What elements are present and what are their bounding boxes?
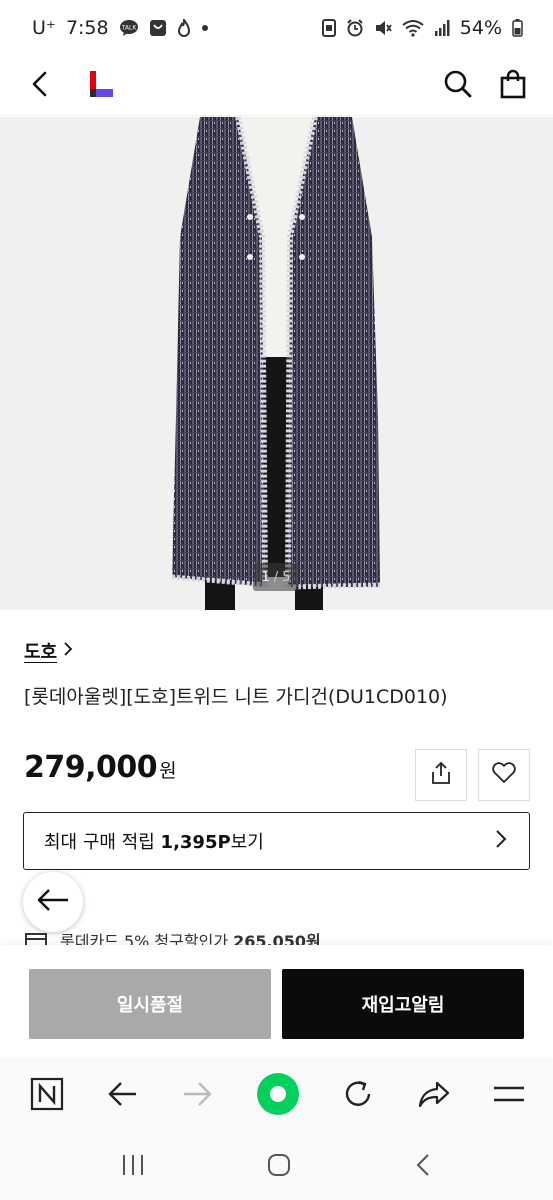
battery-percent: 54% xyxy=(459,17,502,39)
share-forward-icon[interactable] xyxy=(417,1079,451,1113)
soldout-button[interactable]: 일시품절 xyxy=(29,969,271,1039)
brand-link[interactable]: 도호 xyxy=(24,638,73,664)
browser-forward-icon[interactable] xyxy=(181,1080,213,1112)
talk-icon: TALK xyxy=(119,19,139,37)
product-photo xyxy=(171,117,381,610)
shopping-bag-icon[interactable] xyxy=(499,69,527,103)
recent-apps-icon[interactable] xyxy=(120,1152,146,1182)
mute-icon xyxy=(374,19,392,37)
refresh-icon[interactable] xyxy=(342,1078,374,1114)
app-bar xyxy=(0,56,553,116)
share-button[interactable] xyxy=(415,749,467,801)
bottom-action-bar: 일시품절 재입고알림 xyxy=(0,945,553,1057)
points-prefix: 최대 구매 적립 xyxy=(44,832,155,853)
wifi-icon xyxy=(402,19,424,37)
image-counter-separator: / xyxy=(273,569,279,585)
nav-back-icon[interactable] xyxy=(413,1152,433,1182)
chevron-right-icon xyxy=(495,829,507,854)
brand-name: 도호 xyxy=(24,642,58,663)
wishlist-button[interactable] xyxy=(478,749,530,801)
carrier-label: U⁺ xyxy=(32,17,56,39)
browser-back-icon[interactable] xyxy=(107,1080,139,1112)
svg-text:TALK: TALK xyxy=(120,25,137,32)
menu-icon[interactable] xyxy=(493,1082,525,1110)
points-text: 최대 구매 적립 1,395P보기 xyxy=(44,828,264,854)
product-title: [롯데아울렛][도호]트위드 니트 가디건(DU1CD010) xyxy=(24,686,448,708)
status-bar: U⁺ 7:58 TALK 54% xyxy=(0,0,553,56)
alarm-icon xyxy=(346,19,364,37)
image-counter-current: 1 xyxy=(261,569,270,585)
arrow-left-icon xyxy=(36,888,70,916)
back-icon[interactable] xyxy=(28,70,52,102)
restock-notify-button[interactable]: 재입고알림 xyxy=(282,969,524,1039)
image-counter-total: 5 xyxy=(282,569,291,585)
product-price: 279,000 원 xyxy=(24,750,177,785)
flame-icon xyxy=(177,19,191,37)
lotte-logo[interactable] xyxy=(88,69,114,103)
heart-icon xyxy=(490,760,518,790)
product-image[interactable] xyxy=(0,117,553,610)
dot-icon xyxy=(201,24,209,32)
status-right: 54% xyxy=(321,17,523,39)
signal-icon xyxy=(434,19,450,37)
app-bar-right xyxy=(443,69,527,103)
status-left: U⁺ 7:58 TALK xyxy=(32,17,209,39)
browser-toolbar xyxy=(0,1058,553,1134)
points-suffix: 보기 xyxy=(230,832,264,853)
search-icon[interactable] xyxy=(443,69,473,103)
chevron-right-icon xyxy=(63,641,73,662)
price-unit: 원 xyxy=(159,760,177,782)
clock: 7:58 xyxy=(65,17,109,39)
price-amount: 279,000 xyxy=(24,750,158,785)
battery-icon xyxy=(512,19,523,37)
image-counter: 1 / 5 xyxy=(253,563,299,591)
points-box[interactable]: 최대 구매 적립 1,395P보기 xyxy=(23,812,530,870)
app-bar-left xyxy=(28,69,114,103)
naver-n-icon[interactable] xyxy=(30,1077,64,1115)
system-nav-bar xyxy=(0,1134,553,1200)
screenshot-icon xyxy=(321,19,336,37)
points-amount: 1,395P xyxy=(160,832,231,853)
share-icon xyxy=(428,760,454,790)
bag-icon xyxy=(149,19,167,37)
home-icon[interactable] xyxy=(266,1152,292,1182)
floating-back-button[interactable] xyxy=(23,872,83,932)
naver-home-icon[interactable] xyxy=(256,1072,300,1120)
